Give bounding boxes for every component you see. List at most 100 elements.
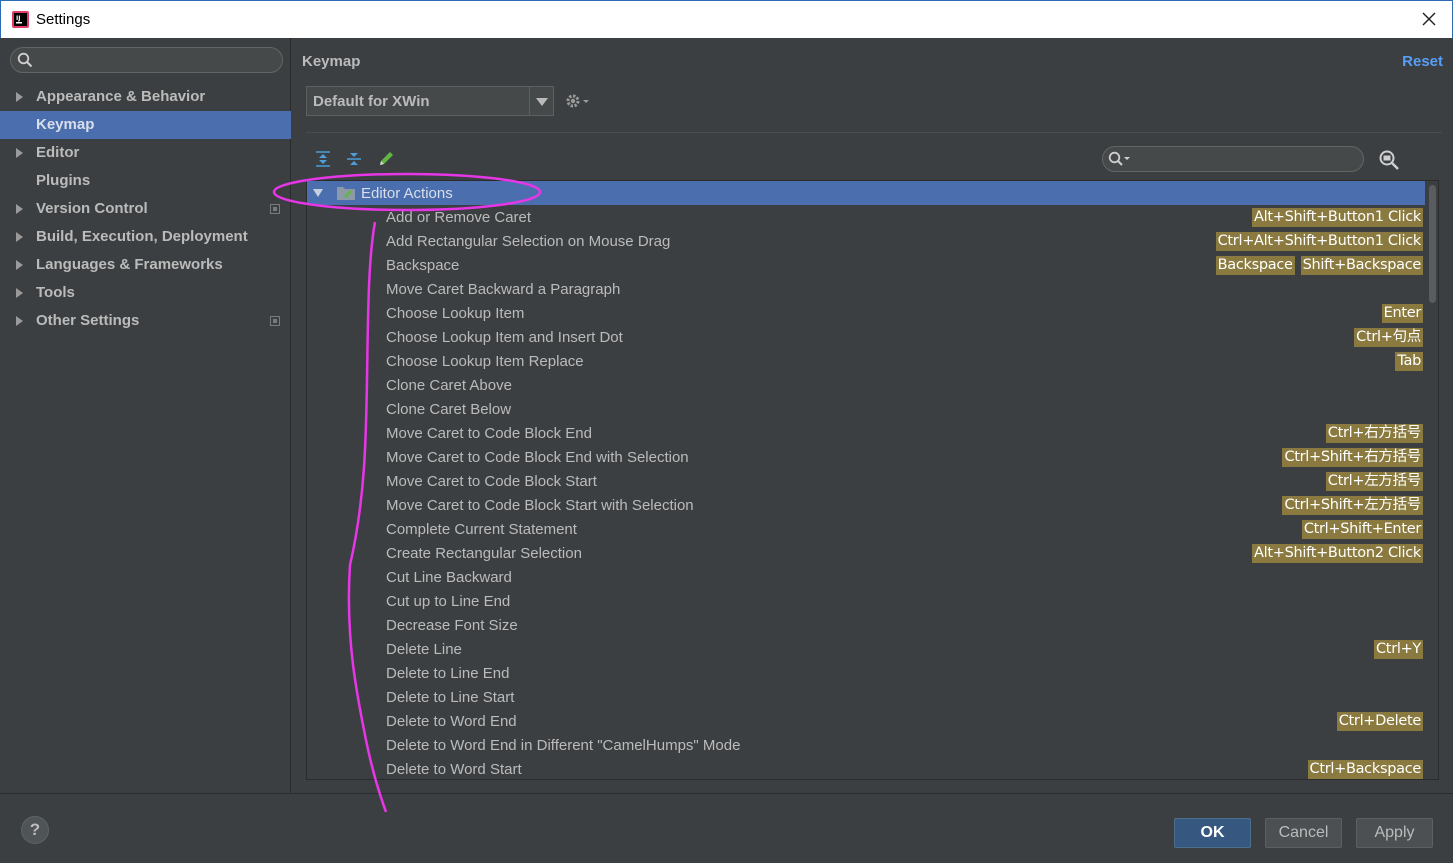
sidebar-item-label: Plugins — [36, 172, 91, 189]
action-name: Delete to Line End — [386, 665, 510, 682]
sidebar-item-appearance-behavior[interactable]: Appearance & Behavior — [0, 83, 291, 111]
action-name: Choose Lookup Item — [386, 305, 525, 322]
expand-arrow-icon[interactable] — [16, 148, 23, 158]
expand-all-icon[interactable] — [314, 150, 332, 168]
shortcut-badge: Alt+Shift+Button1 Click — [1252, 208, 1423, 227]
action-name: Decrease Font Size — [386, 617, 518, 634]
sidebar-item-editor[interactable]: Editor — [0, 139, 291, 167]
sidebar-item-keymap[interactable]: Keymap — [0, 111, 291, 139]
close-icon[interactable] — [1420, 10, 1438, 28]
expand-arrow-icon[interactable] — [16, 204, 23, 214]
shortcut-list: Ctrl+Shift+左方括号 — [1282, 496, 1423, 515]
table-row[interactable]: Move Caret to Code Block End with Select… — [307, 445, 1425, 469]
sidebar-item-version-control[interactable]: Version Control — [0, 195, 291, 223]
cancel-button[interactable]: Cancel — [1265, 818, 1342, 848]
section-divider — [306, 132, 1442, 133]
shortcut-badge: Ctrl+右方括号 — [1325, 424, 1423, 443]
sidebar-item-label: Languages & Frameworks — [36, 256, 223, 273]
shortcut-badge: Alt+Shift+Button2 Click — [1252, 544, 1423, 563]
shortcut-badge: Ctrl+Y — [1373, 640, 1423, 659]
action-name: Move Caret Backward a Paragraph — [386, 281, 621, 298]
shortcut-badge: Ctrl+Backspace — [1307, 760, 1423, 779]
table-row[interactable]: Delete to Word End Ctrl+Delete — [307, 709, 1425, 733]
table-row[interactable]: Choose Lookup Item and Insert Dot Ctrl+句点 — [307, 325, 1425, 349]
apply-button[interactable]: Apply — [1356, 818, 1433, 848]
table-row[interactable]: Cut Line Backward — [307, 565, 1425, 589]
action-name: Choose Lookup Item and Insert Dot — [386, 329, 623, 346]
action-name: Backspace — [386, 257, 460, 274]
chevron-down-icon[interactable] — [529, 87, 553, 115]
expand-arrow-icon[interactable] — [16, 92, 23, 102]
title-bar: IJ Settings — [0, 0, 1453, 38]
edit-shortcut-icon[interactable] — [377, 150, 395, 168]
table-row[interactable]: Add Rectangular Selection on Mouse Drag C… — [307, 229, 1425, 253]
ok-button[interactable]: OK — [1174, 818, 1251, 848]
table-row[interactable]: Create Rectangular Selection Alt+Shift+Bu… — [307, 541, 1425, 565]
expand-arrow-icon[interactable] — [16, 316, 23, 326]
sidebar-item-languages-frameworks[interactable]: Languages & Frameworks — [0, 251, 291, 279]
table-row[interactable]: Complete Current Statement Ctrl+Shift+Ent… — [307, 517, 1425, 541]
expand-arrow-icon[interactable] — [16, 288, 23, 298]
table-row[interactable]: Move Caret to Code Block Start with Sele… — [307, 493, 1425, 517]
app-logo-icon: IJ — [12, 11, 29, 28]
shortcut-badge: Ctrl+Shift+左方括号 — [1282, 496, 1423, 515]
table-row[interactable]: Move Caret Backward a Paragraph — [307, 277, 1425, 301]
shortcut-list: Backspace Shift+Backspace — [1215, 256, 1423, 275]
table-row[interactable]: Clone Caret Below — [307, 397, 1425, 421]
settings-search-input[interactable] — [10, 47, 283, 73]
table-row[interactable]: Delete to Line End — [307, 661, 1425, 685]
sidebar-item-build-execution-deployment[interactable]: Build, Execution, Deployment — [0, 223, 291, 251]
action-name: Move Caret to Code Block End — [386, 425, 592, 442]
sidebar-item-label: Appearance & Behavior — [36, 88, 206, 105]
action-name: Choose Lookup Item Replace — [386, 353, 584, 370]
search-icon — [1108, 151, 1130, 166]
help-button[interactable]: ? — [21, 816, 49, 844]
table-row[interactable]: Delete Line Ctrl+Y — [307, 637, 1425, 661]
sidebar-item-other-settings[interactable]: Other Settings — [0, 307, 291, 335]
table-row[interactable]: Delete to Line Start — [307, 685, 1425, 709]
window-title: Settings — [36, 11, 91, 28]
keymap-select[interactable]: Default for XWin — [306, 86, 554, 116]
table-row[interactable]: Add or Remove Caret Alt+Shift+Button1 Cli… — [307, 205, 1425, 229]
expand-arrow-icon[interactable] — [16, 260, 23, 270]
action-name: Complete Current Statement — [386, 521, 577, 538]
sidebar-item-label: Build, Execution, Deployment — [36, 228, 248, 245]
action-name: Add Rectangular Selection on Mouse Drag — [386, 233, 671, 250]
table-row[interactable]: Choose Lookup Item Replace Tab — [307, 349, 1425, 373]
expand-triangle-icon[interactable] — [313, 189, 323, 197]
table-row[interactable]: Decrease Font Size — [307, 613, 1425, 637]
shortcut-badge: Backspace — [1215, 256, 1295, 275]
gear-icon[interactable] — [564, 91, 590, 111]
find-by-shortcut-icon[interactable] — [1378, 149, 1400, 171]
shortcut-list: Ctrl+Backspace — [1307, 760, 1423, 779]
shortcut-badge: Enter — [1381, 304, 1423, 323]
keymap-actions-tree[interactable]: Editor Actions Add or Remove Caret Alt+Sh… — [306, 180, 1439, 780]
tree-group-editor-actions[interactable]: Editor Actions — [307, 181, 1425, 205]
sidebar-item-plugins[interactable]: Plugins — [0, 167, 291, 195]
sidebar-item-label: Other Settings — [36, 312, 140, 329]
shortcut-badge: Ctrl+Shift+右方括号 — [1282, 448, 1423, 467]
table-row[interactable]: Move Caret to Code Block End Ctrl+右方括号 — [307, 421, 1425, 445]
action-name: Delete to Word Start — [386, 761, 522, 778]
shortcut-badge: Shift+Backspace — [1300, 256, 1423, 275]
expand-arrow-icon[interactable] — [16, 232, 23, 242]
shortcut-badge: Ctrl+Alt+Shift+Button1 Click — [1215, 232, 1423, 251]
table-row[interactable]: Backspace Backspace Shift+Backspace — [307, 253, 1425, 277]
shortcut-badge: Ctrl+Delete — [1336, 712, 1423, 731]
action-name: Delete to Word End in Different "CamelHu… — [386, 737, 741, 754]
reset-link[interactable]: Reset — [1402, 53, 1443, 70]
table-row[interactable]: Cut up to Line End — [307, 589, 1425, 613]
table-row[interactable]: Move Caret to Code Block Start Ctrl+左方括号 — [307, 469, 1425, 493]
sidebar-item-tools[interactable]: Tools — [0, 279, 291, 307]
action-filter-input[interactable] — [1102, 146, 1364, 172]
table-row[interactable]: Delete to Word End in Different "CamelHu… — [307, 733, 1425, 757]
table-row[interactable]: Choose Lookup Item Enter — [307, 301, 1425, 325]
sidebar-item-label: Keymap — [36, 116, 95, 133]
shortcut-list: Enter — [1381, 304, 1423, 323]
action-name: Delete Line — [386, 641, 462, 658]
vertical-scrollbar[interactable] — [1429, 185, 1436, 303]
collapse-all-icon[interactable] — [345, 150, 363, 168]
table-row[interactable]: Clone Caret Above — [307, 373, 1425, 397]
table-row[interactable]: Delete to Word Start Ctrl+Backspace — [307, 757, 1425, 779]
action-name: Move Caret to Code Block Start with Sele… — [386, 497, 694, 514]
